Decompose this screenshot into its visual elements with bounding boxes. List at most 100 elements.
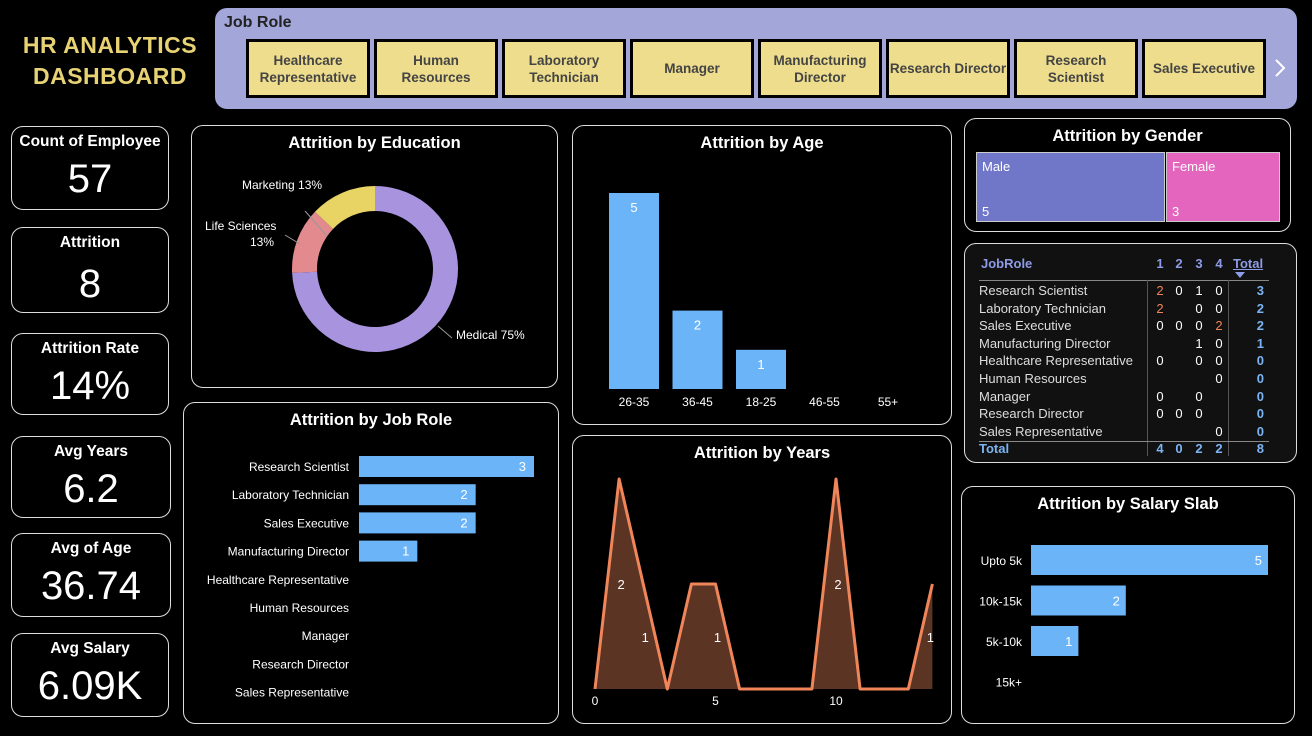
slicer-item-human-resources[interactable]: Human Resources xyxy=(374,39,498,98)
matrix-cell: 0 xyxy=(1175,283,1183,298)
matrix-cell: 1 xyxy=(1195,283,1203,298)
gender-male-label: Male xyxy=(982,159,1011,174)
slicer-item-manufacturing-director[interactable]: Manufacturing Director xyxy=(758,39,882,98)
kpi-label: Avg Salary xyxy=(50,640,130,657)
jobrole-bar-research-scientist[interactable] xyxy=(359,456,534,477)
age-tick-label: 18-25 xyxy=(746,395,777,409)
matrix-cell: 0 xyxy=(1156,353,1164,369)
slicer-item-sales-executive[interactable]: Sales Executive xyxy=(1142,39,1266,98)
attrition-by-gender-panel: Attrition by Gender Male 5 Female 3 xyxy=(964,118,1291,232)
kpi-value: 36.74 xyxy=(40,564,142,608)
kpi-card-attrition-rate: Attrition Rate 14% xyxy=(11,333,169,415)
matrix-header-col-2: 2 xyxy=(1175,256,1183,271)
salary-slab-bar-chart: Upto 5k 5 10k-15k 2 5k-10k 1 15k+ xyxy=(979,545,1268,690)
gender-female-label: Female xyxy=(1172,159,1216,174)
kpi-label: Attrition Rate xyxy=(40,340,140,357)
leader-line xyxy=(437,325,453,339)
matrix-cell: 0 xyxy=(1195,353,1203,369)
matrix-cell: 0 xyxy=(1156,318,1164,334)
matrix-cell: 0 xyxy=(1195,300,1203,316)
matrix-row-total: 1 xyxy=(1256,335,1264,351)
slicer-item-manager[interactable]: Manager xyxy=(630,39,754,98)
kpi-card-count-of-employee: Count of Employee 57 xyxy=(11,126,169,210)
matrix-cell: 0 xyxy=(1156,388,1164,404)
matrix-cell: 2 xyxy=(1215,318,1223,334)
age-data-label: 2 xyxy=(694,318,701,333)
matrix-row-total: 3 xyxy=(1256,283,1264,298)
age-tick-label: 55+ xyxy=(878,395,898,409)
slicer-item-laboratory-technician[interactable]: Laboratory Technician xyxy=(502,39,626,98)
kpi-label: Avg Years xyxy=(53,443,129,460)
kpi-label: Attrition xyxy=(59,234,121,251)
age-data-label: 5 xyxy=(630,200,637,215)
salary-tick-label: 10k-15k xyxy=(979,595,1023,609)
jobrole-bar-sales-executive[interactable] xyxy=(359,512,476,534)
salary-data-label: 5 xyxy=(1255,553,1262,568)
matrix-cell: 0 xyxy=(1156,406,1164,422)
jobrole-tick-label: Healthcare Representative xyxy=(207,573,349,587)
kpi-value: 6.09K xyxy=(37,664,143,708)
matrix-row-label: Manufacturing Director xyxy=(979,335,1111,351)
matrix-cell: 0 xyxy=(1175,441,1183,457)
years-tick-label: 5 xyxy=(712,694,719,708)
matrix-header-total[interactable]: Total xyxy=(1233,256,1263,271)
gender-tile-male[interactable]: Male 5 xyxy=(976,152,1165,222)
matrix-row-total: 0 xyxy=(1256,388,1264,404)
matrix-row-label: Sales Executive xyxy=(979,318,1072,334)
matrix-cell: 0 xyxy=(1195,406,1203,422)
kpi-label: Count of Employee xyxy=(19,133,161,150)
matrix-cell: 0 xyxy=(1215,371,1223,386)
kpi-value: 14% xyxy=(49,364,131,408)
slicer-item-healthcare-representative[interactable]: Healthcare Representative xyxy=(246,39,370,98)
matrix-header-col-3: 3 xyxy=(1195,256,1203,271)
slicer-item-research-scientist[interactable]: Research Scientist xyxy=(1014,39,1138,98)
gender-tile-female[interactable]: Female 3 xyxy=(1166,152,1280,222)
jobrole-tick-label: Sales Representative xyxy=(235,686,349,700)
dashboard-title: HR ANALYTICS DASHBOARD xyxy=(10,30,210,92)
chevron-right-icon[interactable] xyxy=(1273,56,1287,80)
donut-label-medical: Medical 75% xyxy=(456,328,525,342)
matrix-cell: 2 xyxy=(1156,300,1164,316)
matrix-row-label: Laboratory Technician xyxy=(979,300,1106,316)
attrition-by-job-role-panel: Attrition by Job Role Research Scientist… xyxy=(183,402,559,724)
donut-label-life-sciences-name: Life Sciences xyxy=(205,219,276,233)
salary-data-label: 1 xyxy=(1065,634,1072,649)
age-tick-label: 46-55 xyxy=(809,395,840,409)
kpi-card-avg-of-age: Avg of Age 36.74 xyxy=(11,533,171,617)
kpi-card-avg-years: Avg Years 6.2 xyxy=(11,436,171,518)
salary-data-label: 2 xyxy=(1113,594,1120,609)
matrix-cell: 2 xyxy=(1195,441,1203,457)
jobrole-tick-label: Laboratory Technician xyxy=(232,488,349,502)
kpi-value: 8 xyxy=(78,262,102,306)
attrition-by-education-panel: Attrition by Education Marketing 13% Lif… xyxy=(191,125,558,388)
matrix-cell: 0 xyxy=(1195,318,1203,334)
matrix-row-label: Human Resources xyxy=(979,371,1087,386)
age-bar-26-35[interactable] xyxy=(609,193,659,389)
slicer-item-research-director[interactable]: Research Director xyxy=(886,39,1010,98)
kpi-value: 6.2 xyxy=(63,467,119,511)
job-role-slicer: Job Role Healthcare Representative Human… xyxy=(215,8,1297,109)
matrix-row-label: Sales Representative xyxy=(979,423,1103,439)
jobrole-tick-label: Manager xyxy=(302,629,349,643)
matrix-cell: 0 xyxy=(1175,406,1183,422)
years-tick-label: 10 xyxy=(829,694,843,708)
gender-male-value: 5 xyxy=(982,204,990,219)
matrix-cell: 1 xyxy=(1195,335,1203,351)
jobrole-matrix-panel: JobRole 1 2 3 4 Total Research Scientist… xyxy=(964,243,1297,463)
jobrole-tick-label: Sales Executive xyxy=(264,516,350,530)
jobrole-data-label: 3 xyxy=(519,459,526,474)
age-tick-label: 36-45 xyxy=(682,395,713,409)
years-area xyxy=(595,479,933,689)
job-role-bar-chart: Research Scientist 3 Laboratory Technician… xyxy=(207,456,534,700)
jobrole-tick-label: Manufacturing Director xyxy=(228,545,349,559)
matrix-cell: 2 xyxy=(1156,283,1164,298)
years-data-label: 1 xyxy=(642,630,649,645)
attrition-by-age-panel: Attrition by Age 5 26-35 2 36-45 1 18-25 46-55… xyxy=(572,125,952,425)
salary-bar-upto-5k[interactable] xyxy=(1031,545,1268,575)
years-area-chart: 21 1210 5 10 xyxy=(592,477,934,708)
matrix-header-divider xyxy=(979,280,1269,281)
matrix-header-jobrole: JobRole xyxy=(981,256,1033,271)
matrix-total-label: Total xyxy=(979,441,1010,457)
matrix-row-total: 0 xyxy=(1256,423,1264,439)
jobrole-bar-laboratory-technician[interactable] xyxy=(359,484,476,506)
